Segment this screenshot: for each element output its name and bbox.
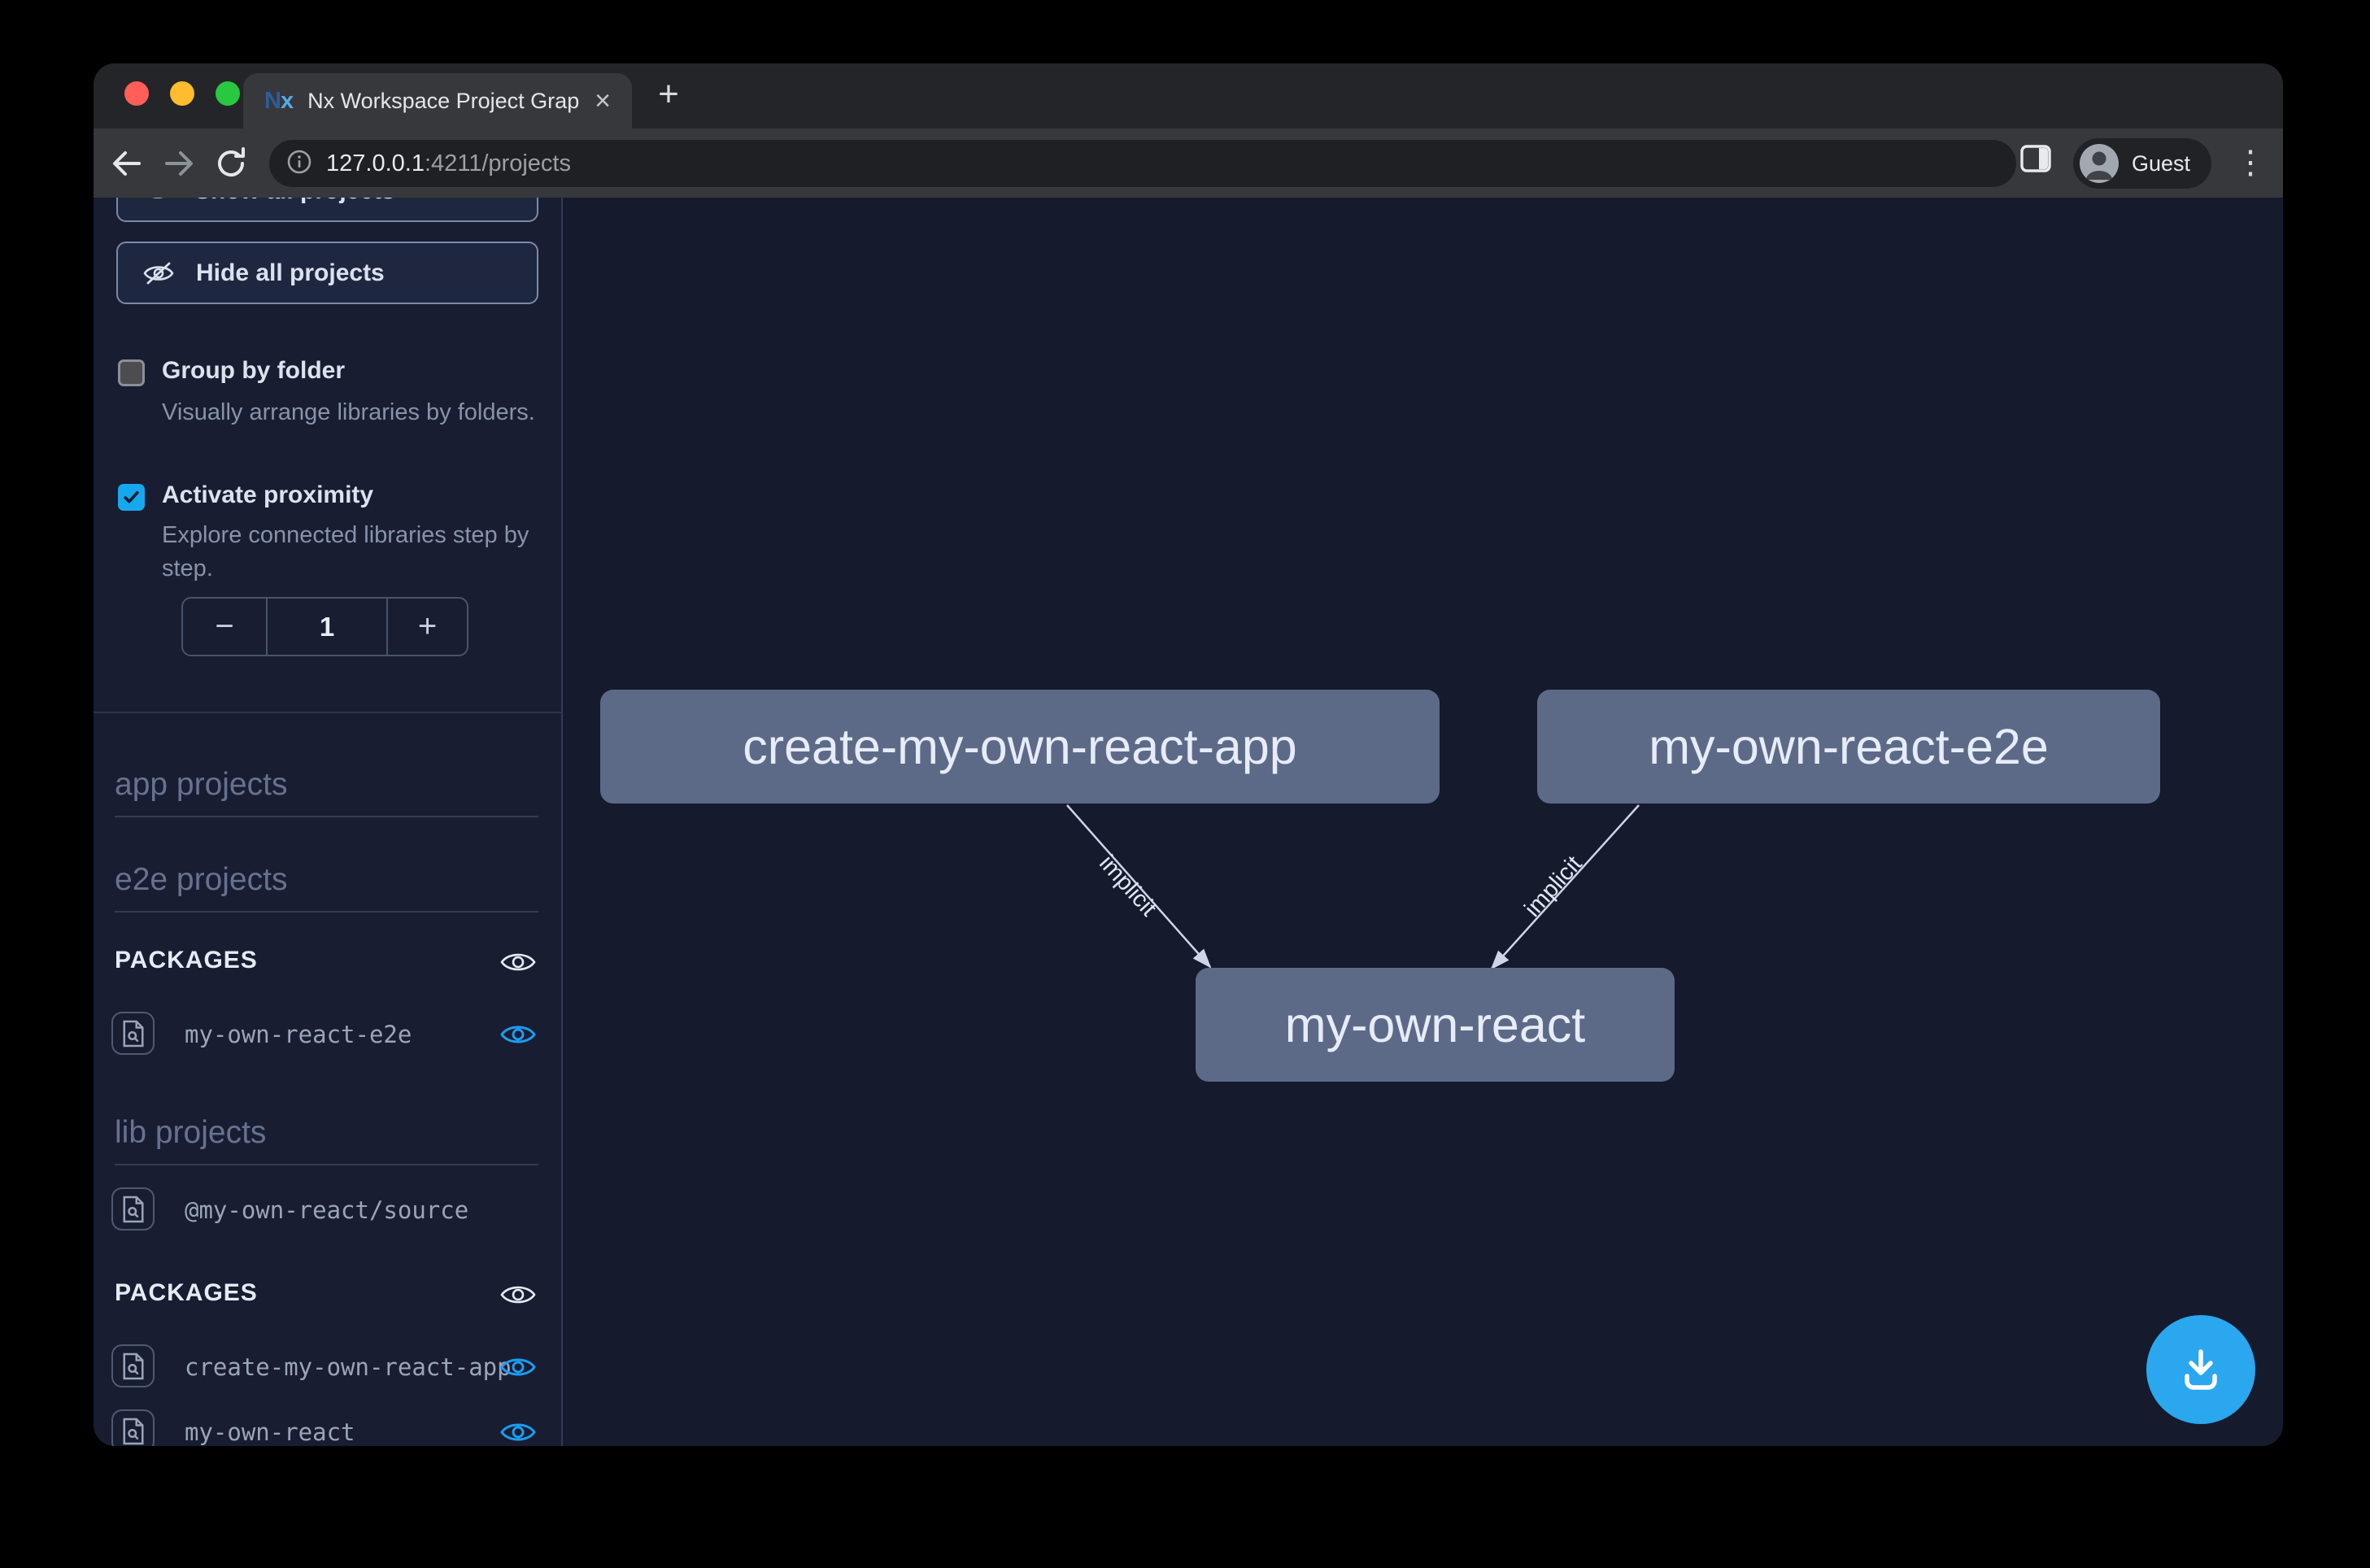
tab-title: Nx Workspace Project Graph bbox=[307, 89, 580, 114]
increment-button[interactable]: + bbox=[388, 599, 467, 655]
packages-group-lib: PACKAGES bbox=[94, 1278, 561, 1313]
site-info-icon[interactable] bbox=[285, 148, 313, 180]
project-row-my-own-react-e2e[interactable]: my-own-react-e2e bbox=[94, 1012, 561, 1057]
new-tab-button[interactable]: + bbox=[650, 76, 687, 114]
hide-all-projects-button[interactable]: Hide all projects bbox=[116, 242, 538, 304]
activate-proximity-checkbox[interactable] bbox=[118, 484, 145, 511]
group-by-folder-label: Group by folder bbox=[162, 357, 345, 385]
browser-menu-button[interactable]: ⋮ bbox=[2233, 140, 2268, 185]
eye-icon bbox=[499, 949, 537, 975]
window-controls bbox=[124, 81, 240, 106]
project-file-icon bbox=[111, 1187, 155, 1230]
eye-icon bbox=[499, 1021, 537, 1048]
graph-edges bbox=[563, 198, 2281, 1446]
toggle-project-visibility-button[interactable] bbox=[499, 1021, 537, 1052]
check-icon bbox=[121, 487, 142, 507]
sidebar: Show all projects Hide all projects Grou… bbox=[94, 198, 563, 1446]
project-name: my-own-react-e2e bbox=[185, 1021, 412, 1048]
eye-icon bbox=[499, 1282, 537, 1308]
node-my-own-react-e2e[interactable]: my-own-react-e2e bbox=[1537, 690, 2160, 804]
toggle-group-visibility-button[interactable] bbox=[499, 1282, 537, 1312]
download-graph-button[interactable] bbox=[2146, 1315, 2255, 1424]
minimize-window-button[interactable] bbox=[170, 81, 194, 106]
group-by-folder-description: Visually arrange libraries by folders. bbox=[162, 396, 546, 429]
project-file-icon bbox=[111, 1012, 155, 1055]
download-icon bbox=[2175, 1344, 2227, 1396]
nx-favicon-icon: Nx bbox=[264, 88, 293, 115]
zoom-window-button[interactable] bbox=[216, 81, 240, 106]
project-name: create-my-own-react-app bbox=[185, 1353, 512, 1381]
section-app-projects: app projects bbox=[115, 767, 538, 817]
close-window-button[interactable] bbox=[124, 81, 149, 106]
eye-off-icon bbox=[142, 260, 175, 286]
tab-nx-workspace-project-graph[interactable]: Nx Nx Workspace Project Graph × bbox=[243, 73, 632, 128]
node-create-my-own-react-app[interactable]: create-my-own-react-app bbox=[600, 690, 1440, 804]
packages-label: PACKAGES bbox=[115, 1279, 258, 1307]
show-all-projects-button[interactable]: Show all projects bbox=[116, 198, 538, 222]
packages-label: PACKAGES bbox=[115, 947, 258, 974]
sidebar-divider bbox=[94, 712, 561, 713]
project-graph-canvas[interactable]: implicit implicit create-my-own-react-ap… bbox=[563, 198, 2283, 1446]
desktop: Nx Nx Workspace Project Graph × + bbox=[0, 0, 2370, 1568]
project-file-icon bbox=[111, 1409, 155, 1446]
browser-window: Nx Nx Workspace Project Graph × + bbox=[94, 63, 2283, 1446]
section-lib-projects: lib projects bbox=[115, 1115, 538, 1165]
project-name: @my-own-react/source bbox=[185, 1196, 468, 1224]
profile-name: Guest bbox=[2132, 151, 2190, 176]
eye-icon bbox=[142, 198, 173, 203]
url-text: 127.0.0.1:4211/projects bbox=[326, 150, 571, 177]
toggle-project-visibility-button[interactable] bbox=[499, 1354, 537, 1384]
project-row-create-my-own-react-app[interactable]: create-my-own-react-app bbox=[94, 1344, 561, 1390]
activate-proximity-description: Explore connected libraries step by step… bbox=[162, 519, 546, 586]
depth-value[interactable]: 1 bbox=[266, 599, 388, 655]
section-e2e-projects: e2e projects bbox=[115, 862, 538, 912]
eye-icon bbox=[499, 1419, 537, 1445]
project-row-my-own-react[interactable]: my-own-react bbox=[94, 1409, 561, 1446]
project-name: my-own-react bbox=[185, 1418, 355, 1446]
eye-icon bbox=[499, 1354, 537, 1380]
page-content: Show all projects Hide all projects Grou… bbox=[94, 198, 2283, 1446]
profile-chip[interactable]: Guest bbox=[2073, 138, 2211, 189]
close-tab-icon[interactable]: × bbox=[595, 87, 611, 115]
toggle-project-visibility-button[interactable] bbox=[499, 1419, 537, 1446]
address-bar[interactable]: 127.0.0.1:4211/projects bbox=[269, 140, 2016, 187]
decrement-button[interactable]: − bbox=[183, 599, 266, 655]
browser-toolbar: 127.0.0.1:4211/projects Guest ⋮ bbox=[94, 128, 2283, 198]
forward-button[interactable] bbox=[160, 145, 198, 182]
project-row-my-own-react-source[interactable]: @my-own-react/source bbox=[94, 1187, 561, 1233]
project-file-icon bbox=[111, 1344, 155, 1387]
activate-proximity-label: Activate proximity bbox=[162, 481, 373, 509]
side-panel-icon[interactable] bbox=[2019, 143, 2057, 181]
tab-strip: Nx Nx Workspace Project Graph × + bbox=[94, 63, 2283, 128]
toggle-group-visibility-button[interactable] bbox=[499, 949, 537, 979]
proximity-depth-stepper: − 1 + bbox=[181, 597, 468, 656]
packages-group-e2e: PACKAGES bbox=[94, 945, 561, 981]
group-by-folder-checkbox[interactable] bbox=[118, 359, 145, 386]
back-button[interactable] bbox=[108, 145, 146, 182]
node-my-own-react[interactable]: my-own-react bbox=[1196, 968, 1675, 1082]
reload-button[interactable] bbox=[212, 145, 250, 182]
avatar bbox=[2080, 144, 2119, 183]
